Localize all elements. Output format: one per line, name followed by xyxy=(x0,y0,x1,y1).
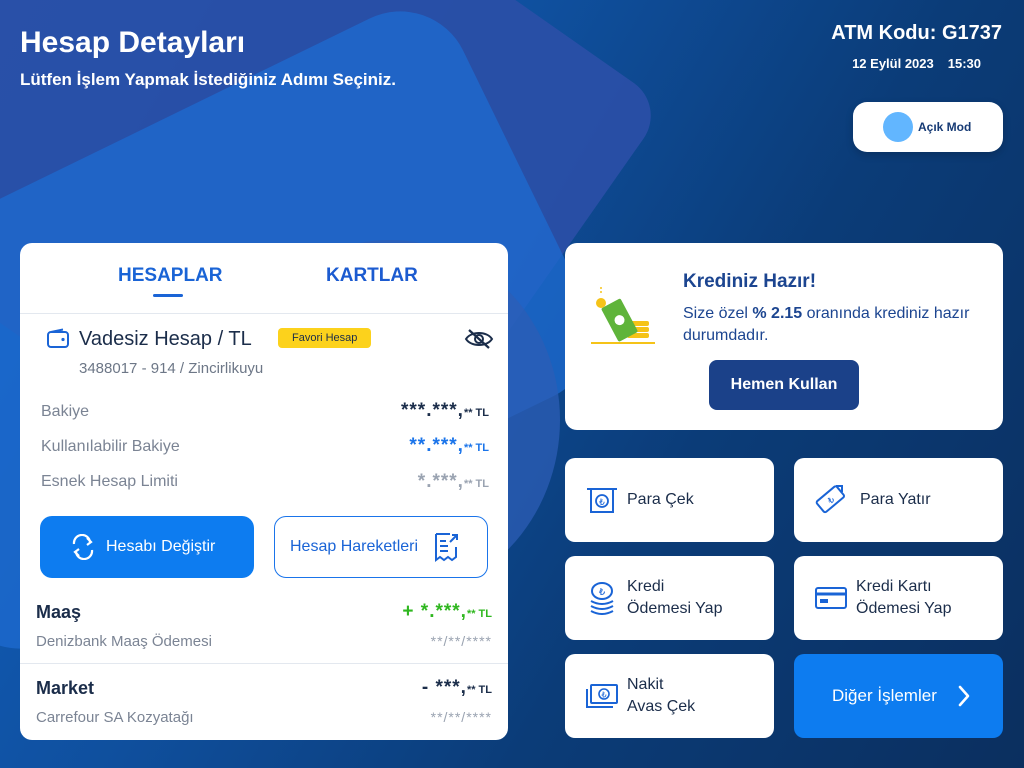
time: 15:30 xyxy=(947,56,981,71)
page-title: Hesap Detayları xyxy=(20,26,246,59)
flexible-limit-value: *.***,** TL xyxy=(417,471,489,492)
available-balance-value: **.***,** TL xyxy=(409,435,489,456)
wallet-icon xyxy=(46,328,70,355)
change-account-label: Hesabı Değiştir xyxy=(106,538,216,555)
credit-card-payment-label: Kredi Kartı Ödemesi Yap xyxy=(856,578,952,617)
loan-payment-label: Kredi Ödemesi Yap xyxy=(627,578,723,617)
transaction-amount: - ***,** TL xyxy=(421,677,492,698)
banknote-icon: ₺ xyxy=(585,683,619,709)
swap-icon xyxy=(70,534,96,560)
cash-advance-label: Nakit Avas Çek xyxy=(627,676,696,715)
account-name: Vadesiz Hesap / TL xyxy=(79,328,252,350)
chevron-right-icon xyxy=(957,685,971,707)
date: 12 Eylül 2023 xyxy=(852,56,934,71)
divider xyxy=(20,663,508,664)
withdraw-cash-button[interactable]: ₺ Para Çek xyxy=(565,458,774,542)
toggle-label: Açık Mod xyxy=(918,120,972,134)
deposit-cash-button[interactable]: ₺ Para Yatır xyxy=(794,458,1003,542)
atm-code: ATM Kodu: G1737 xyxy=(831,22,1002,44)
account-number: 3488017 - 914 / Zincirlikuyu xyxy=(79,360,264,377)
account-history-label: Hesap Hareketleri xyxy=(290,538,419,555)
datetime: 12 Eylül 2023 15:30 xyxy=(852,56,981,71)
account-history-button[interactable]: Hesap Hareketleri xyxy=(274,516,488,578)
svg-text:₺: ₺ xyxy=(599,587,606,598)
favorite-badge: Favori Hesap xyxy=(278,328,372,348)
deposit-label: Para Yatır xyxy=(860,491,931,508)
page-subtitle: Lütfen İşlem Yapmak İstediğiniz Adımı Se… xyxy=(20,70,396,89)
transaction-title: Maaş xyxy=(36,602,82,622)
flexible-limit-label: Esnek Hesap Limiti xyxy=(41,473,178,490)
use-now-button[interactable]: Hemen Kullan xyxy=(709,360,859,410)
deposit-icon: ₺ xyxy=(814,484,848,516)
credit-card-icon xyxy=(814,586,848,610)
credit-promo-card: Krediniz Hazır! Size özel % 2.15 oranınd… xyxy=(565,243,1003,430)
credit-card-payment-button[interactable]: Kredi Kartı Ödemesi Yap xyxy=(794,556,1003,640)
svg-text:₺: ₺ xyxy=(601,691,606,700)
loan-payment-button[interactable]: ₺ Kredi Ödemesi Yap xyxy=(565,556,774,640)
balance-label: Bakiye xyxy=(41,403,90,420)
other-transactions-button[interactable]: Diğer İşlemler xyxy=(794,654,1003,738)
transaction-desc: Carrefour SA Kozyatağı xyxy=(36,709,194,726)
cash-advance-button[interactable]: ₺ Nakit Avas Çek xyxy=(565,654,774,738)
tab-cards[interactable]: KARTLAR xyxy=(326,265,418,287)
tab-accounts[interactable]: HESAPLAR xyxy=(118,265,223,287)
balance-value: ***.***,** TL xyxy=(401,400,489,421)
transaction-date: **/**/**** xyxy=(430,633,492,649)
money-illustration-icon xyxy=(589,283,657,352)
credit-promo-title: Krediniz Hazır! xyxy=(683,271,817,292)
other-transactions-label: Diğer İşlemler xyxy=(832,686,937,705)
transaction-desc: Denizbank Maaş Ödemesi xyxy=(36,633,212,650)
transaction-date: **/**/**** xyxy=(430,709,492,725)
withdraw-label: Para Çek xyxy=(627,491,694,508)
svg-text:₺: ₺ xyxy=(599,498,605,508)
coins-icon: ₺ xyxy=(585,581,619,615)
receipt-icon xyxy=(432,531,460,563)
tab-bar: HESAPLAR KARTLAR xyxy=(20,243,508,314)
withdraw-icon: ₺ xyxy=(585,485,619,515)
transaction-title: Market xyxy=(36,678,95,698)
transaction-amount: + *.***,** TL xyxy=(402,601,492,622)
active-tab-indicator xyxy=(153,294,183,297)
change-account-button[interactable]: Hesabı Değiştir xyxy=(40,516,254,578)
account-panel: HESAPLAR KARTLAR Vadesiz Hesap / TL Favo… xyxy=(20,243,508,740)
toggle-knob xyxy=(883,112,913,142)
light-mode-toggle[interactable]: Açık Mod xyxy=(853,102,1003,152)
hide-balance-icon[interactable] xyxy=(464,328,494,355)
credit-promo-text: Size özel % 2.15 oranında krediniz hazır… xyxy=(683,305,970,344)
available-balance-label: Kullanılabilir Bakiye xyxy=(41,438,180,455)
